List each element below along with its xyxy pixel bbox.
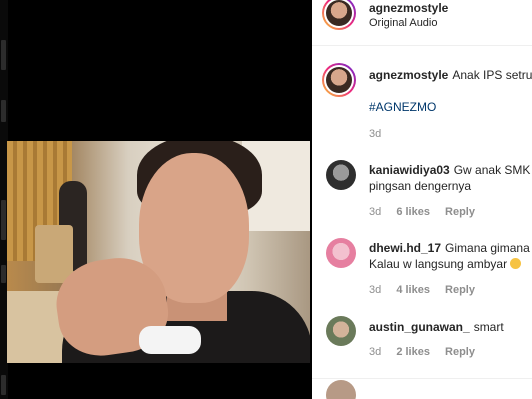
caption-username[interactable]: agnezmostyle	[369, 68, 448, 82]
comment-avatar[interactable]	[326, 316, 356, 346]
reply-button[interactable]: Reply	[445, 206, 475, 218]
comment-text-line2: Kalau w langsung ambyar	[369, 257, 522, 271]
post-header: agnezmostyle Original Audio	[312, 0, 532, 46]
comment-text-line2: pingsan dengernya	[369, 179, 472, 193]
reel-video[interactable]	[7, 141, 310, 363]
comment-avatar[interactable]	[326, 238, 356, 268]
comment-username[interactable]: dhewi.hd_17	[369, 241, 441, 255]
post-media	[0, 0, 312, 399]
author-username[interactable]: agnezmostyle	[369, 1, 448, 15]
comment-meta: 3d 2 likes Reply	[369, 346, 475, 358]
post-details-panel: agnezmostyle Original Audio agnezmostyle…	[312, 0, 532, 399]
audio-label[interactable]: Original Audio	[369, 17, 438, 29]
divider	[312, 378, 532, 379]
comment-username[interactable]: kaniawidiya03	[369, 163, 450, 177]
caption-text: agnezmostyle Anak IPS setru	[369, 68, 532, 82]
comment-username[interactable]: austin_gunawan_	[369, 320, 470, 334]
comment-text: austin_gunawan_ smart	[369, 320, 504, 334]
reply-button[interactable]: Reply	[445, 346, 475, 358]
watch	[139, 326, 201, 354]
comment-avatar[interactable]	[326, 380, 356, 399]
face-with-spiral-eyes-emoji	[510, 258, 522, 269]
author-avatar[interactable]	[322, 0, 356, 30]
comment-likes[interactable]: 6 likes	[396, 206, 430, 218]
caption-time: 3d	[369, 128, 382, 140]
comment-likes[interactable]: 4 likes	[396, 284, 430, 296]
caption-hashtag[interactable]: #AGNEZMO	[369, 100, 436, 114]
reply-button[interactable]: Reply	[445, 284, 475, 296]
caption-avatar[interactable]	[322, 63, 356, 97]
comment-avatar[interactable]	[326, 160, 356, 190]
comment-text: kaniawidiya03 Gw anak SMK	[369, 163, 531, 177]
comment-meta: 3d 6 likes Reply	[369, 206, 475, 218]
comment-meta: 3d 4 likes Reply	[369, 284, 475, 296]
comment-likes[interactable]: 2 likes	[396, 346, 430, 358]
comment-text: dhewi.hd_17 Gimana gimana	[369, 241, 530, 255]
